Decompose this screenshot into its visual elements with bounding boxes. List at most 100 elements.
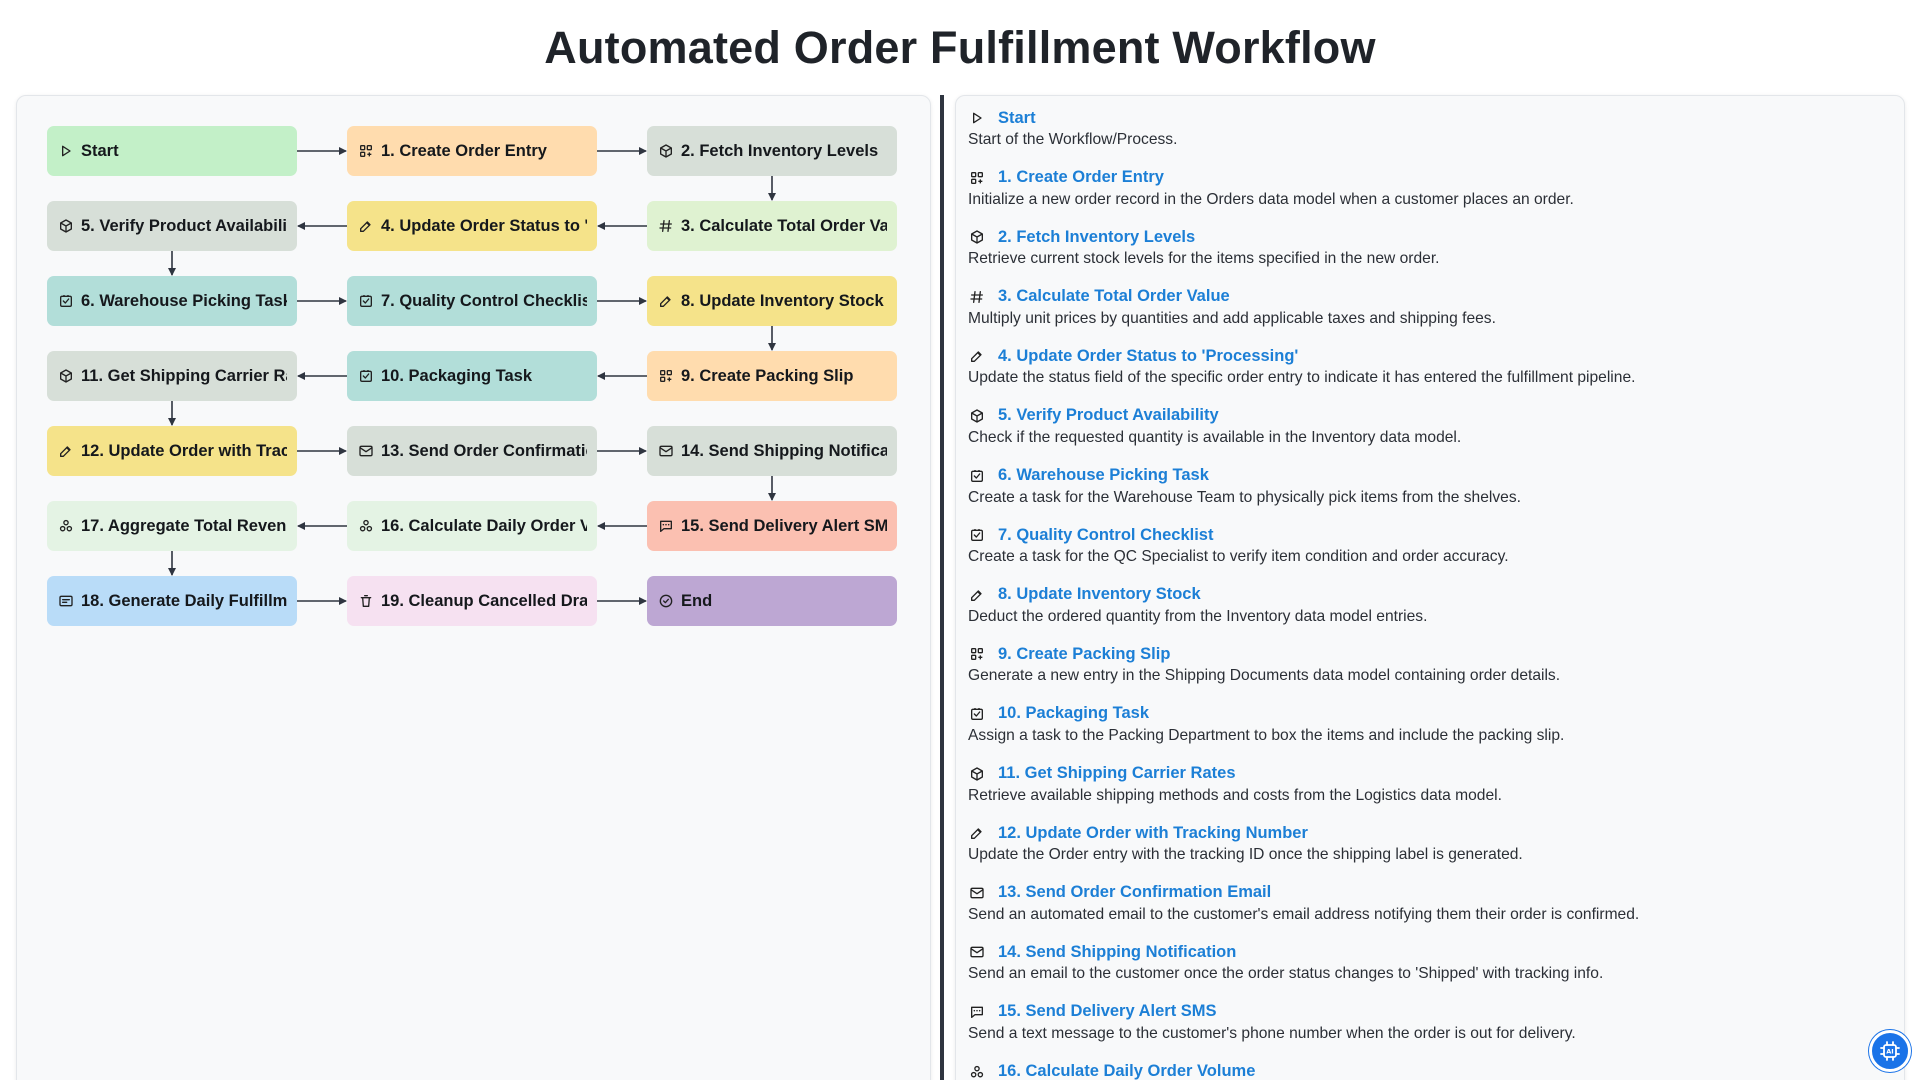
step-description: Start of the Workflow/Process. bbox=[968, 131, 1178, 148]
step-description: Assign a task to the Packing Department … bbox=[968, 726, 1565, 744]
flow-node[interactable]: 10. Packaging Task bbox=[347, 351, 597, 401]
flow-node[interactable]: 19. Cleanup Cancelled Draf bbox=[347, 576, 597, 626]
step-title-link[interactable]: 13. Send Order Confirmation Email bbox=[998, 883, 1271, 902]
step-header: 5. Verify Product Availability bbox=[968, 404, 1888, 428]
flow-node[interactable]: 6. Warehouse Picking Task bbox=[47, 276, 297, 326]
flow-node-label: 6. Warehouse Picking Task bbox=[81, 291, 287, 310]
flow-node-label: Start bbox=[81, 141, 119, 160]
flow-node-label: 4. Update Order Status to 'I bbox=[381, 216, 587, 235]
ai-assistant-button[interactable]: AI bbox=[1869, 1030, 1911, 1072]
step-item: 15. Send Delivery Alert SMS Send a text m… bbox=[968, 998, 1888, 1058]
step-description: Update the status field of the specific … bbox=[968, 369, 1636, 387]
step-item: 5. Verify Product Availability Check if t… bbox=[968, 402, 1888, 462]
flow-node[interactable]: 15. Send Delivery Alert SMS bbox=[647, 501, 897, 551]
checkbox-icon bbox=[57, 293, 74, 310]
mail-icon bbox=[658, 445, 673, 457]
edit-icon bbox=[359, 221, 371, 232]
checkbox-icon bbox=[359, 370, 372, 382]
flow-node[interactable]: 17. Aggregate Total Revenu bbox=[47, 501, 297, 551]
step-title-link[interactable]: 14. Send Shipping Notification bbox=[998, 943, 1236, 962]
step-title-link[interactable]: 11. Get Shipping Carrier Rates bbox=[998, 764, 1236, 783]
flow-node-label: 18. Generate Daily Fulfillme bbox=[81, 591, 287, 610]
step-item: 14. Send Shipping Notification Send an em… bbox=[968, 938, 1888, 998]
check-circle-icon bbox=[659, 594, 672, 608]
step-header: 12. Update Order with Tracking Number bbox=[968, 821, 1888, 845]
step-title-link[interactable]: 12. Update Order with Tracking Number bbox=[998, 824, 1308, 843]
step-title-link[interactable]: 9. Create Packing Slip bbox=[998, 645, 1170, 664]
flow-node[interactable]: 9. Create Packing Slip bbox=[647, 351, 897, 401]
step-item: 2. Fetch Inventory Levels Retrieve curren… bbox=[968, 223, 1888, 283]
grid-plus-icon bbox=[968, 645, 986, 663]
flow-node[interactable]: 3. Calculate Total Order Val bbox=[647, 201, 897, 251]
step-header: 7. Quality Control Checklist bbox=[968, 523, 1888, 547]
grid-plus-icon bbox=[657, 368, 674, 385]
step-header: Start bbox=[968, 106, 1888, 130]
flow-node[interactable]: 2. Fetch Inventory Levels bbox=[647, 126, 897, 176]
grid-plus-icon bbox=[359, 145, 372, 157]
flow-node[interactable]: End bbox=[647, 576, 897, 626]
step-title-link[interactable]: 1. Create Order Entry bbox=[998, 168, 1164, 187]
step-header: 1. Create Order Entry bbox=[968, 166, 1888, 190]
step-item: 8. Update Inventory Stock Deduct the orde… bbox=[968, 581, 1888, 641]
step-description: Send a text message to the customer's ph… bbox=[968, 1024, 1576, 1042]
trash-icon bbox=[360, 595, 371, 607]
step-item: 10. Packaging Task Assign a task to the P… bbox=[968, 700, 1888, 760]
report-icon bbox=[58, 595, 73, 607]
flow-node[interactable]: 5. Verify Product Availabilit bbox=[47, 201, 297, 251]
step-title-link[interactable]: 16. Calculate Daily Order Volume bbox=[998, 1062, 1255, 1080]
step-title-link[interactable]: 15. Send Delivery Alert SMS bbox=[998, 1002, 1217, 1021]
flow-node[interactable]: 8. Update Inventory Stock bbox=[647, 276, 897, 326]
flow-node[interactable]: 4. Update Order Status to 'I bbox=[347, 201, 597, 251]
grid-plus-icon bbox=[971, 648, 983, 661]
grid-plus-icon bbox=[971, 171, 983, 184]
flow-node[interactable]: 11. Get Shipping Carrier Ra bbox=[47, 351, 297, 401]
flow-node-label: 3. Calculate Total Order Val bbox=[681, 216, 887, 235]
step-title-link[interactable]: Start bbox=[998, 109, 1036, 128]
step-header: 10. Packaging Task bbox=[968, 702, 1888, 726]
step-description: Retrieve available shipping methods and … bbox=[968, 786, 1502, 804]
step-header: 2. Fetch Inventory Levels bbox=[968, 225, 1888, 249]
panel-splitter[interactable] bbox=[940, 95, 944, 1080]
edit-icon bbox=[657, 293, 674, 310]
edit-icon bbox=[971, 351, 982, 363]
steps-panel: Start Start of the Workflow/Process. 1. Cr… bbox=[955, 95, 1905, 1080]
flow-node[interactable]: 1. Create Order Entry bbox=[347, 126, 597, 176]
cube-icon bbox=[968, 407, 986, 425]
cube-icon bbox=[657, 143, 674, 160]
step-title-link[interactable]: 8. Update Inventory Stock bbox=[998, 585, 1201, 604]
step-header: 4. Update Order Status to 'Processing' bbox=[968, 344, 1888, 368]
cube-icon bbox=[59, 219, 72, 233]
mail-icon bbox=[358, 445, 373, 457]
flow-node[interactable]: 18. Generate Daily Fulfillme bbox=[47, 576, 297, 626]
step-title-link[interactable]: 5. Verify Product Availability bbox=[998, 406, 1219, 425]
step-title-link[interactable]: 3. Calculate Total Order Value bbox=[998, 287, 1230, 306]
mail-icon bbox=[357, 443, 374, 460]
edit-icon bbox=[659, 296, 671, 307]
flow-node[interactable]: 14. Send Shipping Notificat bbox=[647, 426, 897, 476]
step-item: 4. Update Order Status to 'Processing' Up… bbox=[968, 342, 1888, 402]
play-icon bbox=[61, 145, 71, 157]
step-header: 16. Calculate Daily Order Volume bbox=[968, 1060, 1888, 1080]
play-icon bbox=[57, 143, 74, 160]
flow-node[interactable]: 16. Calculate Daily Order Vo bbox=[347, 501, 597, 551]
flow-node[interactable]: 12. Update Order with Tracl bbox=[47, 426, 297, 476]
step-title-link[interactable]: 6. Warehouse Picking Task bbox=[998, 466, 1209, 485]
step-title-link[interactable]: 2. Fetch Inventory Levels bbox=[998, 228, 1195, 247]
step-description: Send an email to the customer once the o… bbox=[968, 965, 1604, 983]
step-header: 9. Create Packing Slip bbox=[968, 642, 1888, 666]
cluster-icon bbox=[57, 518, 74, 535]
step-title-link[interactable]: 7. Quality Control Checklist bbox=[998, 526, 1213, 545]
step-header: 3. Calculate Total Order Value bbox=[968, 285, 1888, 309]
edit-icon bbox=[968, 347, 986, 365]
flow-node[interactable]: 7. Quality Control Checklis bbox=[347, 276, 597, 326]
step-header: 14. Send Shipping Notification bbox=[968, 940, 1888, 964]
step-header: 15. Send Delivery Alert SMS bbox=[968, 1000, 1888, 1024]
flow-node-label: 8. Update Inventory Stock bbox=[681, 291, 884, 310]
step-header: 11. Get Shipping Carrier Rates bbox=[968, 762, 1888, 786]
step-title-link[interactable]: 10. Packaging Task bbox=[998, 704, 1149, 723]
step-title-link[interactable]: 4. Update Order Status to 'Processing' bbox=[998, 347, 1298, 366]
step-item: 1. Create Order Entry Initialize a new or… bbox=[968, 164, 1888, 224]
flow-node-label: 12. Update Order with Tracl bbox=[81, 441, 287, 460]
flow-node[interactable]: Start bbox=[47, 126, 297, 176]
flow-node[interactable]: 13. Send Order Confirmatic bbox=[347, 426, 597, 476]
